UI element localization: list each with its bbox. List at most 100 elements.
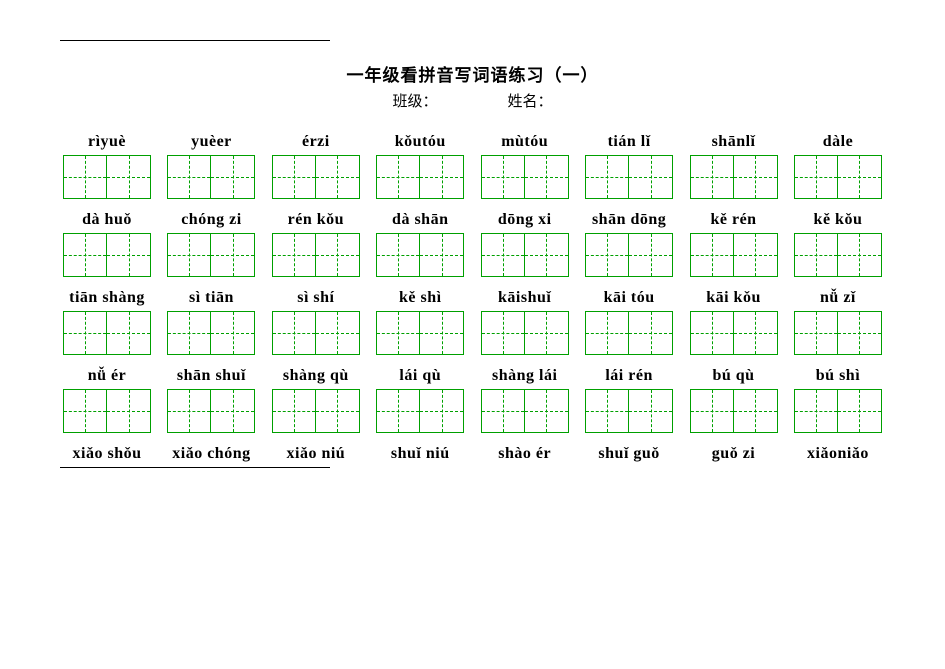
tianzige-pair <box>690 389 778 433</box>
tianzige-cell[interactable] <box>167 233 211 277</box>
tianzige-cell[interactable] <box>734 233 778 277</box>
tianzige-cell[interactable] <box>316 233 360 277</box>
tianzige-cell[interactable] <box>525 389 569 433</box>
pinyin-label: yuèer <box>191 133 232 151</box>
tianzige-cell[interactable] <box>525 155 569 199</box>
tianzige-cell[interactable] <box>525 311 569 355</box>
bottom-rule <box>60 467 330 468</box>
tianzige-cell[interactable] <box>107 389 151 433</box>
tianzige-cell[interactable] <box>63 389 107 433</box>
tianzige-cell[interactable] <box>838 311 882 355</box>
exercise-item: xiǎo niú <box>269 445 363 463</box>
tianzige-cell[interactable] <box>211 389 255 433</box>
tianzige-cell[interactable] <box>107 311 151 355</box>
tianzige-cell[interactable] <box>585 389 629 433</box>
pinyin-label: rìyuè <box>88 133 126 151</box>
tianzige-cell[interactable] <box>376 389 420 433</box>
tianzige-cell[interactable] <box>376 233 420 277</box>
exercise-item: shào ér <box>478 445 572 463</box>
exercise-item: shàng qù <box>269 367 363 433</box>
tianzige-cell[interactable] <box>838 389 882 433</box>
exercise-item: tián lǐ <box>582 133 676 199</box>
exercise-item: shuǐ guǒ <box>582 445 676 463</box>
tianzige-cell[interactable] <box>690 311 734 355</box>
tianzige-cell[interactable] <box>734 389 778 433</box>
exercise-item: rìyuè <box>60 133 154 199</box>
tianzige-cell[interactable] <box>316 311 360 355</box>
exercise-item: sì shí <box>269 289 363 355</box>
exercise-item: guǒ zi <box>687 445 781 463</box>
tianzige-pair <box>272 233 360 277</box>
pinyin-label: xiǎoniǎo <box>807 445 869 463</box>
pinyin-label: guǒ zi <box>712 445 755 463</box>
tianzige-cell[interactable] <box>211 233 255 277</box>
tianzige-cell[interactable] <box>420 155 464 199</box>
tianzige-pair <box>585 233 673 277</box>
tianzige-cell[interactable] <box>107 233 151 277</box>
tianzige-cell[interactable] <box>272 389 316 433</box>
tianzige-cell[interactable] <box>794 233 838 277</box>
tianzige-pair <box>167 311 255 355</box>
tianzige-cell[interactable] <box>63 311 107 355</box>
tianzige-pair <box>585 389 673 433</box>
tianzige-cell[interactable] <box>211 311 255 355</box>
tianzige-cell[interactable] <box>167 155 211 199</box>
tianzige-cell[interactable] <box>585 155 629 199</box>
tianzige-cell[interactable] <box>690 155 734 199</box>
tianzige-cell[interactable] <box>63 155 107 199</box>
tianzige-cell[interactable] <box>272 155 316 199</box>
tianzige-cell[interactable] <box>167 311 211 355</box>
tianzige-cell[interactable] <box>629 389 673 433</box>
pinyin-label: kě kǒu <box>814 211 863 229</box>
tianzige-cell[interactable] <box>794 389 838 433</box>
tianzige-cell[interactable] <box>585 233 629 277</box>
exercise-item: dà shān <box>373 211 467 277</box>
tianzige-cell[interactable] <box>794 311 838 355</box>
tianzige-pair <box>376 155 464 199</box>
tianzige-cell[interactable] <box>316 155 360 199</box>
tianzige-cell[interactable] <box>481 389 525 433</box>
tianzige-cell[interactable] <box>272 311 316 355</box>
tianzige-cell[interactable] <box>481 311 525 355</box>
tianzige-cell[interactable] <box>794 155 838 199</box>
pinyin-label: shàng qù <box>283 367 349 385</box>
tianzige-cell[interactable] <box>629 311 673 355</box>
tianzige-cell[interactable] <box>585 311 629 355</box>
class-label: 班级： <box>392 94 437 110</box>
tianzige-cell[interactable] <box>690 389 734 433</box>
top-rule <box>60 40 330 41</box>
exercise-item: yuèer <box>164 133 258 199</box>
tianzige-cell[interactable] <box>376 311 420 355</box>
tianzige-cell[interactable] <box>107 155 151 199</box>
pinyin-label: tiān shàng <box>69 289 145 307</box>
tianzige-cell[interactable] <box>481 233 525 277</box>
tianzige-cell[interactable] <box>629 155 673 199</box>
tianzige-cell[interactable] <box>316 389 360 433</box>
tianzige-cell[interactable] <box>272 233 316 277</box>
tianzige-cell[interactable] <box>376 155 420 199</box>
exercise-item: kāishuǐ <box>478 289 572 355</box>
tianzige-pair <box>167 389 255 433</box>
exercise-item: dàle <box>791 133 885 199</box>
exercise-item: lái rén <box>582 367 676 433</box>
tianzige-pair <box>272 389 360 433</box>
tianzige-cell[interactable] <box>420 311 464 355</box>
tianzige-cell[interactable] <box>838 155 882 199</box>
tianzige-pair <box>272 155 360 199</box>
tianzige-cell[interactable] <box>734 311 778 355</box>
pinyin-label: nǚ zǐ <box>820 289 856 307</box>
tianzige-cell[interactable] <box>838 233 882 277</box>
tianzige-cell[interactable] <box>481 155 525 199</box>
tianzige-cell[interactable] <box>167 389 211 433</box>
tianzige-cell[interactable] <box>420 389 464 433</box>
tianzige-cell[interactable] <box>629 233 673 277</box>
tianzige-cell[interactable] <box>211 155 255 199</box>
tianzige-cell[interactable] <box>734 155 778 199</box>
tianzige-cell[interactable] <box>420 233 464 277</box>
pinyin-label: chóng zi <box>181 211 241 229</box>
tianzige-pair <box>585 155 673 199</box>
exercise-item: kāi kǒu <box>687 289 781 355</box>
tianzige-cell[interactable] <box>63 233 107 277</box>
tianzige-cell[interactable] <box>525 233 569 277</box>
tianzige-cell[interactable] <box>690 233 734 277</box>
